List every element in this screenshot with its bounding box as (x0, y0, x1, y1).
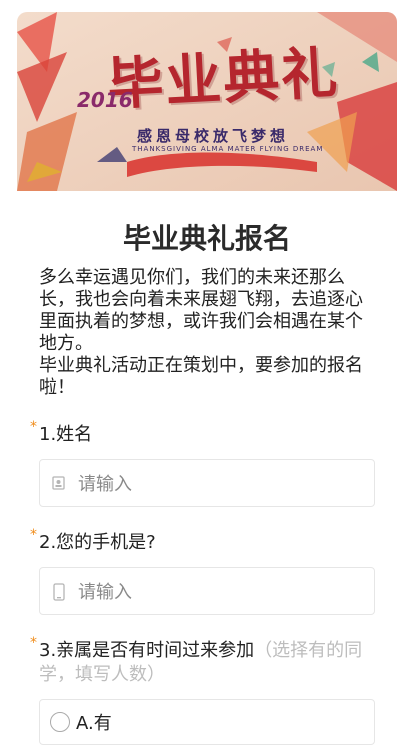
phone-screen: 毕业典礼 2016 感恩母校放飞梦想 THANKSGIVING ALMA MAT… (0, 0, 415, 745)
name-input-placeholder: 请输入 (78, 474, 132, 495)
question-phone: * 2.您的手机是? 请输入 (30, 527, 375, 615)
description-paragraph: 毕业典礼活动正在策划中，要参加的报名啦！ (39, 355, 363, 398)
phone-icon (52, 583, 66, 601)
question-label: 1.姓名 (39, 424, 93, 445)
person-card-icon (52, 475, 66, 491)
form-title: 毕业典礼报名 (122, 222, 291, 255)
form-card: 毕业典礼 2016 感恩母校放飞梦想 THANKSGIVING ALMA MAT… (17, 12, 397, 745)
question-label: 2.您的手机是? (39, 532, 156, 553)
required-mark: * (30, 527, 37, 543)
question-label-text: 3.亲属是否有时间过来参加 (39, 640, 255, 661)
required-mark: * (30, 635, 37, 651)
phone-input[interactable]: 请输入 (39, 567, 375, 615)
banner-title: 毕业典礼 (105, 39, 341, 119)
radio-circle-icon[interactable] (50, 712, 70, 732)
form-description: 多么幸运遇见你们，我们的未来还那么长，我也会向着未来展翅飞翔，去追逐心里面执着的… (39, 267, 375, 399)
banner-subtitle: 感恩母校放飞梦想 (137, 127, 290, 145)
form-content: 毕业典礼报名 多么幸运遇见你们，我们的未来还那么长，我也会向着未来展翅飞翔，去追… (17, 221, 397, 745)
question-family-attend: * 3.亲属是否有时间过来参加（选择有的同学，填写人数） A.有 (30, 635, 375, 745)
radio-option-yes[interactable]: A.有 (39, 699, 375, 745)
description-paragraph: 多么幸运遇见你们，我们的未来还那么长，我也会向着未来展翅飞翔，去追逐心里面执着的… (39, 267, 363, 354)
question-label: 3.亲属是否有时间过来参加（选择有的同学，填写人数） (39, 639, 375, 687)
name-input[interactable]: 请输入 (39, 459, 375, 507)
banner-image: 毕业典礼 2016 感恩母校放飞梦想 THANKSGIVING ALMA MAT… (17, 12, 397, 191)
required-mark: * (30, 419, 37, 435)
radio-option-label: A.有 (76, 713, 112, 734)
banner-year: 2016 (77, 88, 133, 112)
banner-subtitle-en: THANKSGIVING ALMA MATER FLYING DREAM (132, 145, 324, 153)
question-name: * 1.姓名 请输入 (30, 419, 375, 507)
phone-input-placeholder: 请输入 (78, 582, 132, 603)
